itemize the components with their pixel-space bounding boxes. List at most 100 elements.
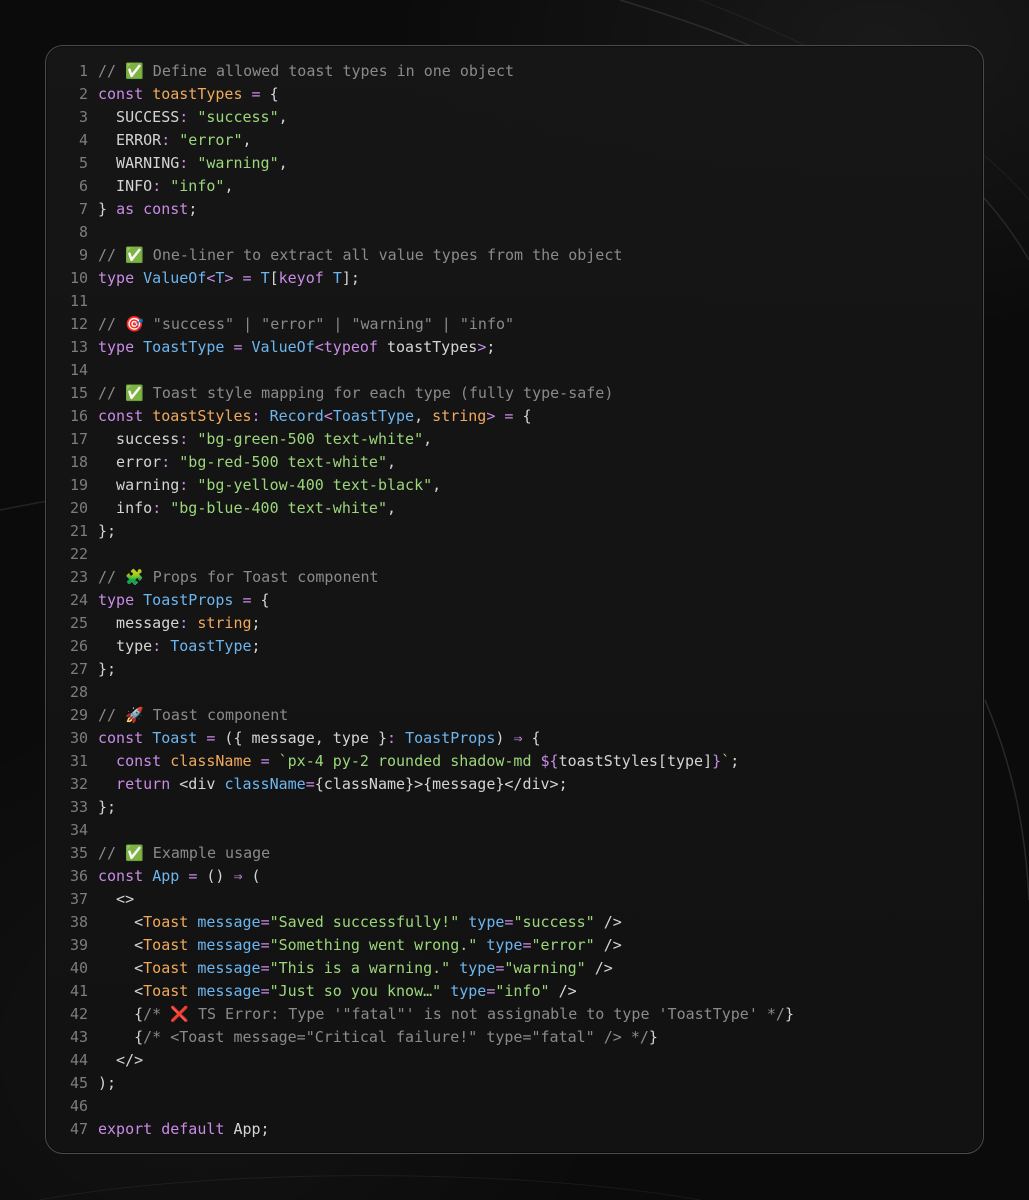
code-token: "Something went wrong." [269, 936, 478, 954]
line-number: 39 [69, 936, 88, 954]
page-background: 1 // ✅ Define allowed toast types in one … [0, 0, 1029, 1200]
code-token: ToastType [143, 338, 225, 356]
line-number: 2 [78, 85, 88, 103]
code-token: info [98, 499, 153, 517]
code-token: , [278, 154, 288, 172]
line-number: 4 [78, 131, 88, 149]
line-source: success: "bg-green-500 text-white", [88, 428, 432, 451]
code-token: { [513, 407, 532, 425]
line-number: 32 [69, 775, 88, 793]
code-token: : [179, 154, 189, 172]
code-token: Toast [143, 936, 189, 954]
code-line: 16 const toastStyles: Record<ToastType, s… [46, 405, 983, 428]
code-line: 38 <Toast message="Saved successfully!" … [46, 911, 983, 934]
code-token: error [98, 453, 162, 471]
line-source: ERROR: "error", [88, 129, 251, 152]
code-token: { [260, 85, 279, 103]
code-line: 47 export default App; [46, 1118, 983, 1141]
code-token: : [152, 499, 162, 517]
line-number: 14 [69, 361, 88, 379]
code-token: > [477, 338, 487, 356]
code-token: ; [251, 637, 261, 655]
code-token: : [179, 430, 189, 448]
code-line: 7} as const; [46, 198, 983, 221]
line-number: 24 [69, 591, 88, 609]
code-token: , [387, 499, 397, 517]
code-line: 37 <> [46, 888, 983, 911]
code-token: : [387, 729, 397, 747]
code-token: <div [170, 775, 225, 793]
line-number: 7 [78, 200, 88, 218]
code-token: { [98, 1028, 144, 1046]
code-token: const [98, 867, 144, 885]
code-token: className [170, 752, 252, 770]
code-line: 30 const Toast = ({ message, type }: Toas… [46, 727, 983, 750]
code-token: "error" [179, 131, 243, 149]
code-token: ({ message, type } [215, 729, 387, 747]
code-token: }; [98, 522, 117, 540]
line-number: 8 [78, 223, 88, 241]
code-token: // ✅ Example usage [98, 844, 271, 862]
code-token: , [224, 177, 234, 195]
line-source: return <div className={className}>{messa… [88, 773, 568, 796]
code-line: 27}; [46, 658, 983, 681]
code-token: toastTypes [377, 338, 478, 356]
line-number: 38 [69, 913, 88, 931]
code-token: type [98, 338, 135, 356]
code-token: SUCCESS [98, 108, 180, 126]
code-token: default [161, 1120, 225, 1138]
code-line: 29 // 🚀 Toast component [46, 704, 983, 727]
code-token: = [188, 867, 198, 885]
code-token: () [197, 867, 234, 885]
code-token: : [152, 177, 162, 195]
line-number: 44 [69, 1051, 88, 1069]
line-source: <Toast message="Saved successfully!" typ… [88, 911, 622, 934]
code-token: "Just so you know…" [269, 982, 442, 1000]
code-token: /* ❌ TS Error: Type '"fatal"' is not ass… [143, 1005, 785, 1023]
code-token: toastTypes [152, 85, 243, 103]
line-source: } as const; [88, 198, 197, 221]
line-number: 6 [78, 177, 88, 195]
line-number: 36 [69, 867, 88, 885]
code-token: // 🧩 Props for Toast component [98, 568, 379, 586]
code-token: keyof [278, 269, 324, 287]
line-number: 1 [78, 62, 88, 80]
line-source [88, 681, 98, 704]
line-number: 12 [69, 315, 88, 333]
line-number: 40 [69, 959, 88, 977]
code-token: , [387, 453, 397, 471]
code-line: 1 // ✅ Define allowed toast types in one … [46, 60, 983, 83]
line-number: 41 [69, 982, 88, 1000]
code-token: type [98, 269, 135, 287]
line-source: message: string; [88, 612, 261, 635]
line-number: 10 [69, 269, 88, 287]
code-token: // ✅ Define allowed toast types in one o… [98, 62, 515, 80]
code-editor[interactable]: 1 // ✅ Define allowed toast types in one … [46, 60, 983, 1141]
line-source [88, 1095, 98, 1118]
code-token: type [468, 913, 505, 931]
code-token: ; [251, 614, 261, 632]
code-token: ; [486, 338, 496, 356]
code-token: WARNING [98, 154, 180, 172]
code-token: const [98, 85, 144, 103]
code-token: ) [495, 729, 514, 747]
code-line: 36 const App = () ⇒ ( [46, 865, 983, 888]
code-token: < [323, 407, 333, 425]
line-source: </> [88, 1049, 143, 1072]
code-line: 4 ERROR: "error", [46, 129, 983, 152]
code-token: App [152, 867, 180, 885]
code-token: message [197, 913, 261, 931]
code-token: "warning" [504, 959, 586, 977]
code-token: = [251, 85, 261, 103]
